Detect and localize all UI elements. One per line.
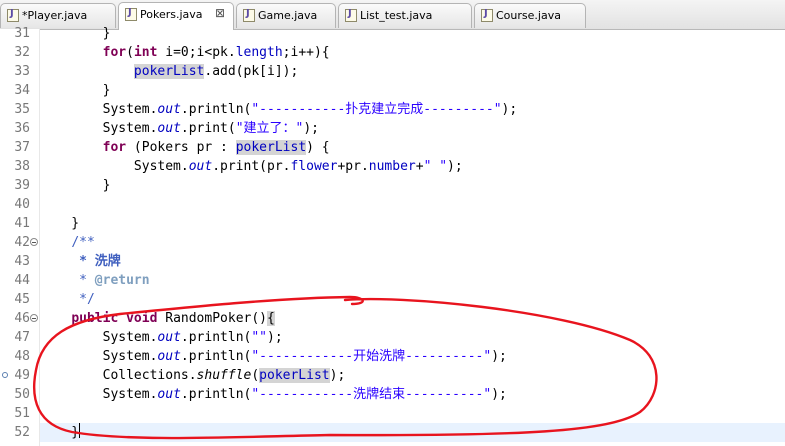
line-number: 33 bbox=[14, 64, 30, 79]
line-number: 52 bbox=[14, 425, 30, 440]
code-line[interactable]: System.out.println("-----------扑克建立完成---… bbox=[40, 100, 785, 119]
code-line[interactable]: /** bbox=[40, 233, 785, 252]
line-number: 40 bbox=[14, 197, 30, 212]
line-number: 37 bbox=[14, 140, 30, 155]
current-code-line[interactable]: } bbox=[40, 423, 785, 442]
fold-toggle-icon[interactable] bbox=[30, 238, 38, 246]
fold-toggle-icon[interactable] bbox=[30, 314, 38, 322]
code-line[interactable]: } bbox=[40, 176, 785, 195]
line-number: 32 bbox=[14, 45, 30, 60]
code-line[interactable]: pokerList.add(pk[i]); bbox=[40, 62, 785, 81]
code-line[interactable]: System.out.println(""); bbox=[40, 328, 785, 347]
code-line[interactable]: System.out.print(pr.flower+pr.number+" "… bbox=[40, 157, 785, 176]
code-line[interactable]: } bbox=[40, 81, 785, 100]
code-line[interactable] bbox=[40, 195, 785, 214]
code-line[interactable]: public void RandomPoker(){ bbox=[40, 309, 785, 328]
code-line[interactable]: System.out.println("------------洗牌结束----… bbox=[40, 385, 785, 404]
text-caret bbox=[79, 423, 81, 438]
line-number: 31 bbox=[14, 26, 30, 41]
java-file-icon bbox=[243, 8, 255, 22]
tab-label: List_test.java bbox=[360, 9, 433, 22]
line-number: 39 bbox=[14, 178, 30, 193]
override-marker-icon[interactable] bbox=[2, 372, 8, 378]
line-number: 42 bbox=[14, 235, 30, 250]
line-number: 38 bbox=[14, 159, 30, 174]
line-number: 45 bbox=[14, 292, 30, 307]
code-line[interactable]: for (Pokers pr : pokerList) { bbox=[40, 138, 785, 157]
code-line[interactable]: for(int i=0;i<pk.length;i++){ bbox=[40, 43, 785, 62]
code-line[interactable]: } bbox=[40, 214, 785, 233]
tab-label: Pokers.java bbox=[140, 8, 203, 21]
line-number: 51 bbox=[14, 406, 30, 421]
tab-label: *Player.java bbox=[22, 9, 88, 22]
code-line[interactable]: System.out.print("建立了："); bbox=[40, 119, 785, 138]
line-number: 41 bbox=[14, 216, 30, 231]
code-line[interactable] bbox=[40, 404, 785, 423]
line-number: 34 bbox=[14, 83, 30, 98]
java-file-icon bbox=[345, 8, 357, 22]
tab-label: Course.java bbox=[496, 9, 561, 22]
line-number: 47 bbox=[14, 330, 30, 345]
code-line[interactable]: System.out.println("------------开始洗牌----… bbox=[40, 347, 785, 366]
code-line[interactable]: */ bbox=[40, 290, 785, 309]
line-number: 35 bbox=[14, 102, 30, 117]
close-icon[interactable]: ⊠ bbox=[215, 6, 225, 20]
line-number: 48 bbox=[14, 349, 30, 364]
line-number: 46 bbox=[14, 311, 30, 326]
line-number: 43 bbox=[14, 254, 30, 269]
tab-label: Game.java bbox=[258, 9, 318, 22]
java-file-icon bbox=[125, 7, 137, 21]
line-number: 50 bbox=[14, 387, 30, 402]
line-number: 36 bbox=[14, 121, 30, 136]
line-number: 44 bbox=[14, 273, 30, 288]
code-line[interactable]: Collections.shuffle(pokerList); bbox=[40, 366, 785, 385]
java-file-icon bbox=[481, 8, 493, 22]
code-line[interactable]: } bbox=[40, 24, 785, 43]
code-line[interactable]: * 洗牌 bbox=[40, 252, 785, 271]
code-line[interactable]: * @return bbox=[40, 271, 785, 290]
java-file-icon bbox=[7, 8, 19, 22]
